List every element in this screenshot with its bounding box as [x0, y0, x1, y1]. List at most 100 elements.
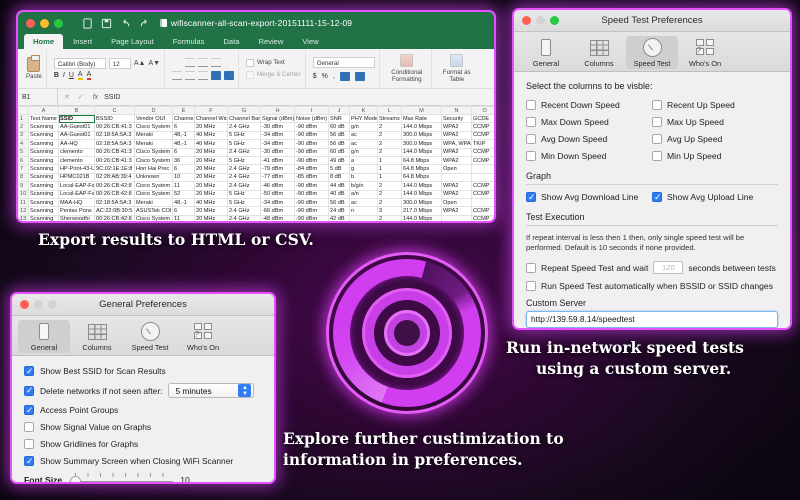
toolbar-item-whos-on[interactable]: ? Who's On [679, 36, 731, 69]
header-cell[interactable]: Channel Ban [228, 115, 261, 123]
table-cell[interactable]: 60 dB [329, 148, 350, 156]
table-cell[interactable]: 5 GHz [228, 140, 261, 148]
table-cell[interactable] [442, 173, 472, 181]
table-cell[interactable]: -34 dBm [261, 131, 295, 139]
table-cell[interactable]: Unknown [135, 173, 173, 181]
option-access-point-groups[interactable]: Access Point Groups [24, 405, 262, 415]
column-header-C[interactable]: C [95, 107, 135, 115]
table-cell[interactable]: -90 dBm [295, 198, 329, 206]
table-cell[interactable] [472, 198, 497, 206]
excel-ribbon[interactable]: Paste Calibri (Body) 12 A▲ A▼ B I U A A [18, 49, 494, 89]
table-cell[interactable]: 2.4 GHz [228, 182, 261, 190]
paste-icon[interactable] [27, 57, 40, 72]
align-center-icon[interactable] [185, 71, 195, 80]
table-cell[interactable]: 00:26:CB:41:3 [95, 148, 135, 156]
table-cell[interactable]: MAA-HQ [59, 198, 95, 206]
toolbar-item-speed-test[interactable]: Speed Test [124, 320, 176, 353]
table-cell[interactable]: 20 MHz [195, 215, 228, 223]
row-header[interactable]: 8 [19, 173, 29, 181]
table-cell[interactable]: -90 dBm [295, 182, 329, 190]
column-header-H[interactable]: H [261, 107, 295, 115]
row-header[interactable]: 2 [19, 123, 29, 131]
table-cell[interactable]: 5 GHz [228, 198, 261, 206]
spreadsheet-table[interactable]: ABCDEFGHIJKLMNO 1Test NameSSIDBSSIDVendo… [18, 106, 496, 223]
align-middle-icon[interactable] [198, 58, 208, 67]
table-cell[interactable]: -84 dBm [295, 165, 329, 173]
conditional-formatting-label[interactable]: Conditional Formatting [387, 69, 427, 83]
toolbar-item-columns[interactable]: Columns [71, 320, 123, 353]
table-cell[interactable]: Scanning [29, 215, 59, 223]
table-cell[interactable]: 144.0 Mbps [402, 215, 442, 223]
column-header-F[interactable]: F [195, 107, 228, 115]
table-cell[interactable]: 2 [378, 140, 402, 148]
spreadsheet-grid[interactable]: ABCDEFGHIJKLMNO 1Test NameSSIDBSSIDVendo… [18, 106, 494, 223]
align-bottom-icon[interactable] [211, 58, 221, 67]
table-cell[interactable]: -34 dBm [261, 140, 295, 148]
slider-knob[interactable] [70, 476, 81, 484]
table-cell[interactable]: ac [350, 140, 378, 148]
checkbox-box[interactable] [24, 405, 34, 415]
table-cell[interactable]: 5 GHz [228, 131, 261, 139]
grow-font-icon[interactable]: A▲ [134, 60, 146, 67]
table-cell[interactable]: 2.4 GHz [228, 215, 261, 223]
table-cell[interactable]: 2.4 GHz [228, 165, 261, 173]
table-cell[interactable]: ac [350, 131, 378, 139]
table-row[interactable]: 3ScanningAA-Guest0102:18:5A:5A:3Meraki48… [19, 131, 497, 139]
table-cell[interactable]: 20 MHz [195, 165, 228, 173]
table-cell[interactable]: WPA2 [442, 148, 472, 156]
column-header-D[interactable]: D [135, 107, 173, 115]
speed-columns-checkbox-grid[interactable]: Recent Down Speed Recent Up Speed Max Do… [526, 100, 778, 161]
checkbox-show-avg-download-line[interactable]: Show Avg Download Line [526, 192, 652, 202]
option-show-best-ssid[interactable]: Show Best SSID for Scan Results [24, 366, 262, 376]
table-cell[interactable]: Cisco System [135, 215, 173, 223]
table-cell[interactable] [350, 215, 378, 223]
format-as-table-label[interactable]: Format as Table [439, 69, 475, 83]
table-cell[interactable]: Meraki [135, 131, 173, 139]
table-cell[interactable]: 56 dB [329, 131, 350, 139]
table-row[interactable]: 1Test NameSSIDBSSIDVendor OUIChannelChan… [19, 115, 497, 123]
table-row[interactable]: 10ScanningLocal-EAP-Fa00:26:CB:42:8Cisco… [19, 190, 497, 198]
table-cell[interactable]: AC:22:0B:30:5 [95, 207, 135, 215]
table-cell[interactable]: CCMP [472, 148, 497, 156]
table-cell[interactable]: -90 dBm [295, 140, 329, 148]
new-document-icon[interactable] [82, 18, 93, 29]
table-cell[interactable]: WPA2 [442, 182, 472, 190]
highlight-color-icon[interactable]: A [78, 72, 83, 80]
table-row[interactable]: 12ScanningPentax PonsAC:22:0B:30:5ASUSTe… [19, 207, 497, 215]
table-cell[interactable]: Scanning [29, 198, 59, 206]
table-cell[interactable]: 02:18:5A:5A:3 [95, 131, 135, 139]
header-cell[interactable]: Signal (dBm) [261, 115, 295, 123]
table-cell[interactable]: 144.0 Mbps [402, 123, 442, 131]
table-cell[interactable]: Scanning [29, 207, 59, 215]
checkbox-box[interactable] [24, 422, 34, 432]
tab-page-layout[interactable]: Page Layout [102, 34, 163, 49]
column-header-A[interactable]: A [29, 107, 59, 115]
table-cell[interactable] [472, 173, 497, 181]
table-cell[interactable]: 20 MHz [195, 156, 228, 164]
header-cell[interactable]: Test Name [29, 115, 59, 123]
table-cell[interactable]: Cisco System [135, 182, 173, 190]
table-cell[interactable]: Scanning [29, 182, 59, 190]
table-cell[interactable] [472, 165, 497, 173]
table-cell[interactable]: Local-EAP-Fa [59, 182, 95, 190]
zoom-icon[interactable] [54, 19, 63, 28]
chevron-updown-icon[interactable]: ▲▼ [238, 384, 251, 397]
table-cell[interactable] [442, 215, 472, 223]
format-as-table-icon[interactable] [450, 54, 463, 67]
table-cell[interactable]: 52 [173, 190, 195, 198]
row-header[interactable]: 6 [19, 156, 29, 164]
align-right-icon[interactable] [198, 71, 208, 80]
table-cell[interactable]: -48 dBm [261, 215, 295, 223]
table-row[interactable]: 7ScanningHP-Print-43-L9C:02:1E:1E:8Hon H… [19, 165, 497, 173]
table-cell[interactable]: 2 [378, 215, 402, 223]
checkbox-box[interactable] [652, 151, 662, 161]
ribbon-group-alignment[interactable] [168, 49, 239, 88]
column-header-B[interactable]: B [59, 107, 95, 115]
window-controls[interactable] [26, 19, 63, 28]
table-cell[interactable]: b [350, 173, 378, 181]
table-cell[interactable]: Meraki [135, 198, 173, 206]
tab-home[interactable]: Home [24, 34, 63, 49]
table-cell[interactable]: Scanning [29, 123, 59, 131]
save-icon[interactable] [101, 18, 112, 29]
table-cell[interactable]: 2 [378, 123, 402, 131]
